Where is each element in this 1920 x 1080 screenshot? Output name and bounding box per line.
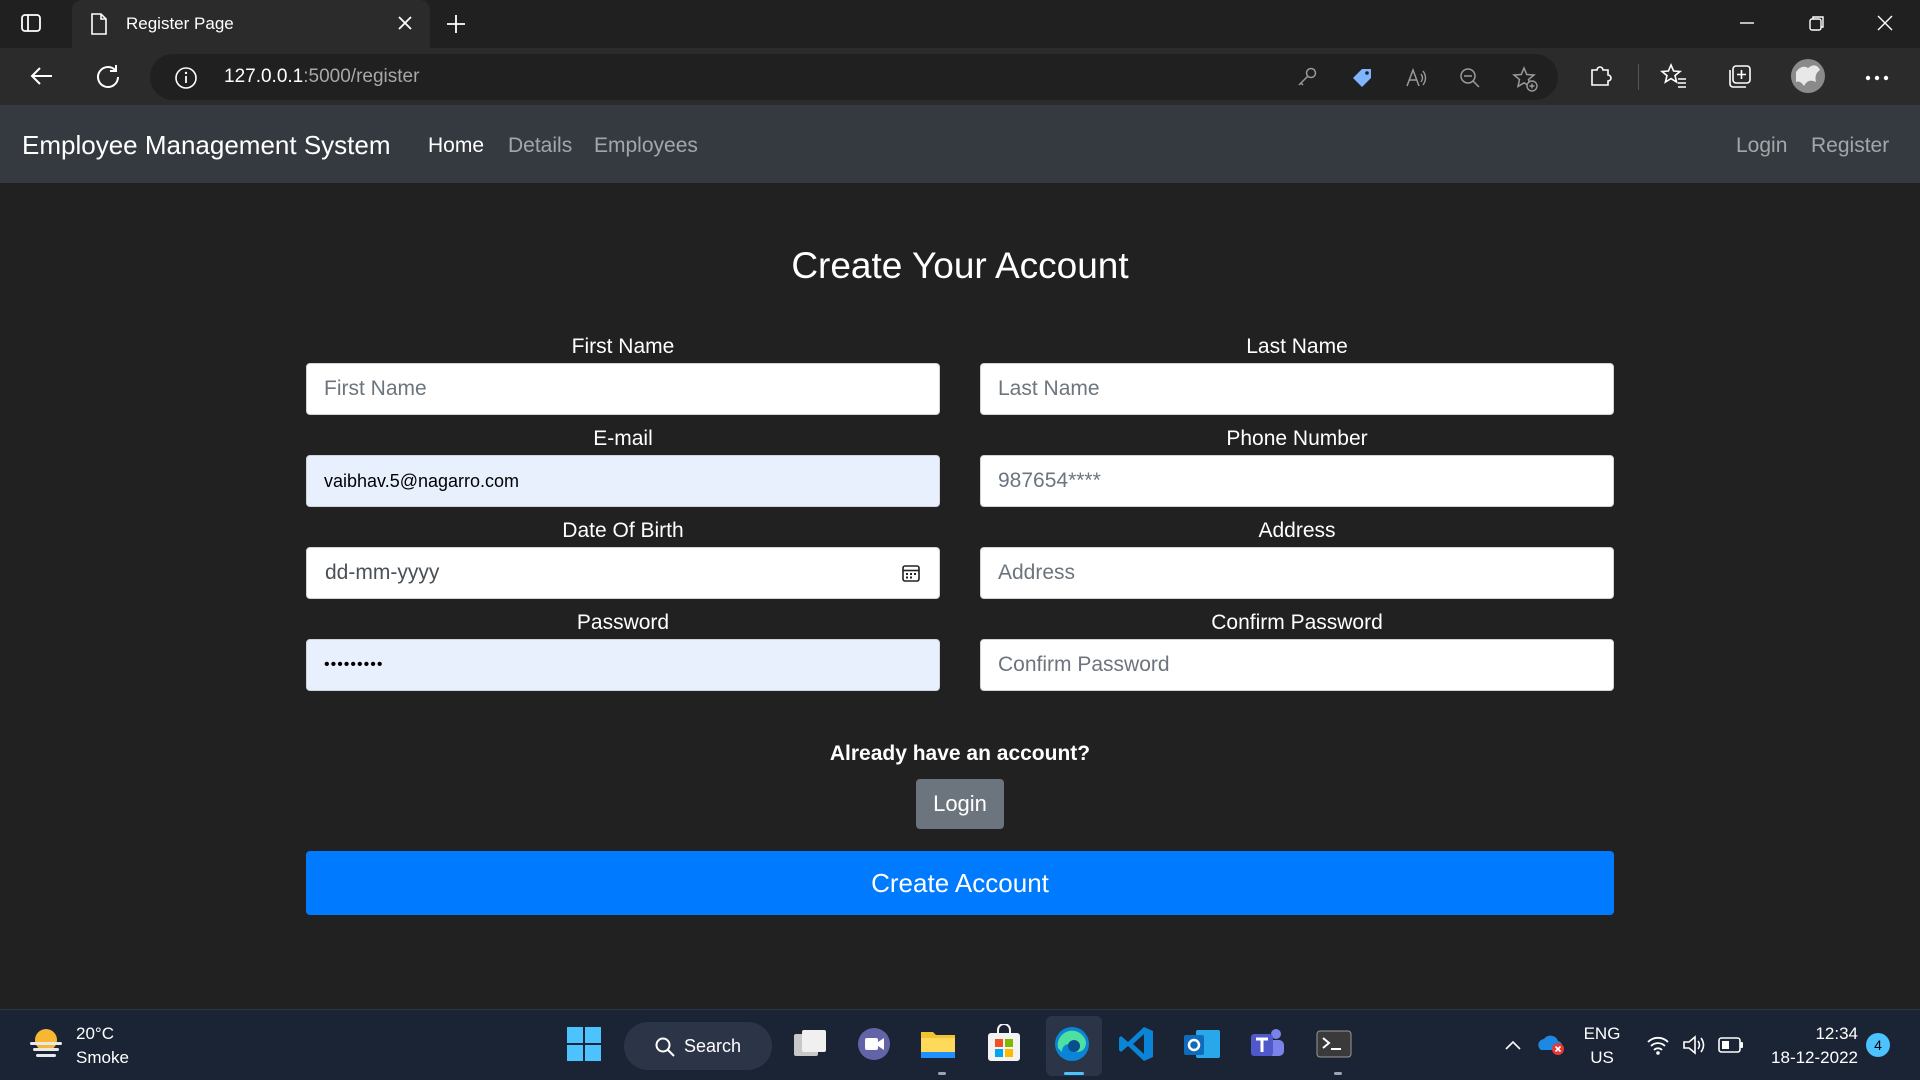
register-page-content: Create Your Account First Name Last Name…	[0, 183, 1920, 1009]
nav-link-login[interactable]: Login	[1736, 134, 1787, 158]
add-favorite-icon[interactable]	[1512, 66, 1538, 96]
nav-link-details[interactable]: Details	[508, 134, 572, 158]
url-text[interactable]: 127.0.0.1:5000/register	[224, 66, 419, 88]
password-input[interactable]	[306, 639, 940, 691]
close-window-icon[interactable]	[1876, 14, 1894, 36]
nav-link-register[interactable]: Register	[1811, 134, 1889, 158]
confirm-password-label: Confirm Password	[1211, 611, 1383, 634]
browser-tab-bar: Register Page	[0, 0, 1920, 48]
battery-icon[interactable]	[1718, 1036, 1744, 1058]
collections-icon[interactable]	[1726, 62, 1754, 94]
confirm-password-input[interactable]	[980, 639, 1614, 691]
outlook-icon[interactable]	[1182, 1024, 1226, 1068]
email-input[interactable]	[306, 455, 940, 507]
calendar-icon[interactable]	[901, 563, 921, 587]
minimize-icon[interactable]	[1738, 14, 1756, 36]
teams-icon[interactable]	[1248, 1024, 1292, 1068]
weather-description: Smoke	[76, 1048, 129, 1067]
tab-close-icon[interactable]	[396, 14, 414, 36]
first-name-label: First Name	[571, 335, 675, 358]
weather-temperature: 20°C	[76, 1024, 114, 1043]
windows-taskbar: 20°C Smoke Search ENG US 12:34 18-12-202…	[0, 1009, 1920, 1080]
task-view-icon[interactable]	[790, 1024, 834, 1068]
onedrive-error-icon[interactable]	[1536, 1032, 1566, 1060]
address-input[interactable]	[980, 547, 1614, 599]
weather-sun-haze-icon[interactable]	[26, 1022, 66, 1066]
clock-date: 18-12-2022	[1771, 1048, 1858, 1067]
navbar-brand[interactable]: Employee Management System	[22, 130, 391, 161]
app-navbar: Employee Management System Home Details …	[0, 106, 1920, 183]
teams-chat-icon[interactable]	[854, 1024, 898, 1068]
tab-actions-icon[interactable]	[20, 12, 50, 36]
new-tab-icon[interactable]	[444, 12, 468, 40]
last-name-label: Last Name	[1246, 335, 1348, 358]
page-document-icon	[90, 13, 108, 39]
phone-input[interactable]	[980, 455, 1614, 507]
taskbar-search[interactable]: Search	[624, 1022, 772, 1070]
profile-avatar-icon[interactable]	[1790, 58, 1826, 98]
address-bar[interactable]: 127.0.0.1:5000/register	[150, 54, 1558, 100]
weather-widget[interactable]: 20°C Smoke	[76, 1022, 129, 1070]
phone-label: Phone Number	[1226, 427, 1368, 450]
login-button[interactable]: Login	[916, 779, 1004, 829]
favorites-icon[interactable]	[1659, 62, 1688, 94]
windows-start-icon[interactable]	[564, 1024, 608, 1068]
wifi-icon[interactable]	[1646, 1034, 1670, 1060]
create-account-button[interactable]: Create Account	[306, 851, 1614, 915]
first-name-input[interactable]	[306, 363, 940, 415]
key-icon[interactable]	[1296, 66, 1318, 92]
terminal-running-indicator	[1334, 1072, 1342, 1075]
file-explorer-icon[interactable]	[918, 1024, 962, 1068]
browser-toolbar: 127.0.0.1:5000/register	[0, 48, 1920, 106]
restore-icon[interactable]	[1808, 14, 1826, 36]
dob-label: Date Of Birth	[562, 519, 684, 542]
language-indicator[interactable]: ENG US	[1578, 1022, 1626, 1070]
edge-browser-icon[interactable]	[1052, 1024, 1096, 1068]
terminal-icon[interactable]	[1314, 1024, 1358, 1068]
notification-badge[interactable]: 4	[1866, 1033, 1890, 1057]
nav-link-employees[interactable]: Employees	[594, 134, 698, 158]
coupon-tag-icon[interactable]	[1350, 66, 1374, 94]
volume-icon[interactable]	[1682, 1034, 1708, 1060]
browser-tab-active[interactable]: Register Page	[72, 0, 430, 48]
last-name-input[interactable]	[980, 363, 1614, 415]
edge-running-indicator	[1064, 1072, 1084, 1075]
zoom-out-icon[interactable]	[1458, 66, 1482, 94]
address-label: Address	[1258, 519, 1336, 542]
email-label: E-mail	[593, 427, 653, 450]
url-path: :5000/register	[303, 66, 420, 87]
show-hidden-icons-chevron-icon[interactable]	[1504, 1036, 1522, 1055]
microsoft-store-icon[interactable]	[984, 1023, 1028, 1068]
tab-title: Register Page	[126, 14, 234, 33]
extensions-puzzle-icon[interactable]	[1588, 62, 1614, 92]
clock-time: 12:34	[1815, 1024, 1858, 1043]
vscode-icon[interactable]	[1116, 1024, 1160, 1068]
page-title: Create Your Account	[791, 245, 1129, 286]
toolbar-divider	[1638, 64, 1639, 90]
url-host: 127.0.0.1	[224, 66, 304, 87]
read-aloud-icon[interactable]	[1404, 66, 1428, 94]
region-code: US	[1590, 1048, 1614, 1067]
back-arrow-icon[interactable]	[28, 62, 56, 94]
file-explorer-running-indicator	[938, 1072, 946, 1075]
clock[interactable]: 12:34 18-12-2022	[1758, 1022, 1858, 1070]
search-label: Search	[684, 1036, 742, 1056]
language-code: ENG	[1583, 1024, 1621, 1043]
site-info-icon[interactable]	[174, 66, 198, 94]
dob-placeholder: dd-mm-yyyy	[325, 561, 440, 584]
dob-input[interactable]: dd-mm-yyyy	[306, 547, 940, 599]
nav-link-home[interactable]: Home	[428, 134, 484, 158]
search-icon	[654, 1036, 676, 1062]
refresh-icon[interactable]	[94, 62, 122, 94]
password-label: Password	[576, 611, 670, 634]
more-options-icon[interactable]	[1864, 68, 1890, 87]
already-have-account-text: Already have an account?	[829, 742, 1091, 765]
